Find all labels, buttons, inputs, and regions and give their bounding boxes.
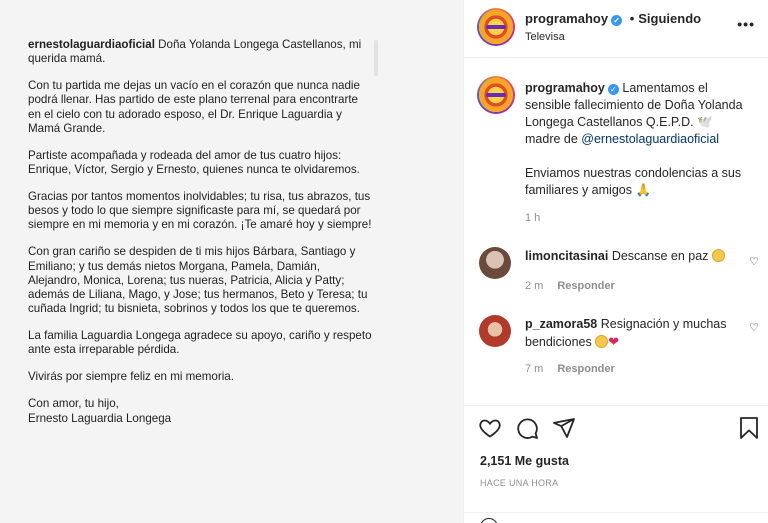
caption-avatar[interactable] (477, 76, 515, 114)
letter-p5: Con gran cariño se despiden de ti mis hi… (28, 245, 368, 316)
share-send-icon[interactable] (552, 416, 576, 440)
post-header: programahoy ✓ • Siguiendo Televisa ••• (464, 0, 768, 58)
letter-p8: Con amor, tu hijo, Ernesto Laguardia Lon… (28, 397, 172, 425)
letter-p7: Vivirás por siempre feliz en mi memoria. (28, 370, 234, 384)
comment-username[interactable]: p_zamora58 (525, 317, 597, 331)
programahoy-logo (479, 10, 513, 44)
letter-p4: Gracias por tantos momentos inolvidables… (28, 190, 372, 232)
like-heart-icon[interactable] (478, 416, 502, 440)
header-location[interactable]: Televisa (525, 31, 565, 43)
programahoy-logo-small (479, 78, 513, 112)
following-button[interactable]: Siguiendo (638, 11, 701, 26)
image-scroll-mark (374, 40, 378, 76)
comment-meta: 7 m Responder (525, 363, 615, 375)
comment-avatar[interactable] (479, 315, 511, 347)
header-separator: • (629, 11, 635, 26)
reply-button[interactable]: Responder (557, 280, 614, 292)
post-actions: 2,151 Me gusta HACE UNA HORA (464, 405, 768, 523)
caption-mention[interactable]: @ernestolaguardiaoficial (581, 132, 719, 146)
comment-icon[interactable] (515, 416, 539, 440)
comment-username[interactable]: limoncitasinai (525, 249, 608, 263)
letter-p3: Partiste acompañada y rodeada del amor d… (28, 148, 360, 177)
comment-time[interactable]: 7 m (525, 363, 543, 375)
reply-button[interactable]: Responder (557, 363, 614, 375)
verified-badge-icon: ✓ (611, 15, 623, 26)
letter-author: ernestolaguardiaoficial (28, 38, 155, 51)
sad-face-icon (711, 249, 725, 262)
caption-time[interactable]: 1 h (525, 212, 540, 224)
emoji-icon[interactable] (480, 518, 498, 523)
comment-meta: 2 m Responder (525, 280, 615, 292)
letter-p6: La familia Laguardia Longega agradece su… (28, 329, 372, 357)
caption-text-2: Enviamos nuestras condolencias a sus fam… (525, 166, 742, 197)
like-comment-heart-icon[interactable]: ♡ (749, 255, 759, 268)
comment-text: Descanse en paz (608, 249, 712, 263)
sad-face-icon (595, 335, 609, 348)
comments-section: programahoy ✓ Lamentamos el sensible fall… (464, 58, 768, 405)
post-side-panel: programahoy ✓ • Siguiendo Televisa ••• pro… (463, 0, 768, 523)
save-bookmark-icon[interactable] (738, 416, 760, 440)
letter-text: ernestolaguardiaoficial Doña Yolanda Lon… (28, 38, 373, 439)
likes-count[interactable]: 2,151 Me gusta (480, 454, 569, 468)
header-avatar[interactable] (477, 8, 515, 46)
letter-p2: Con tu partida me dejas un vacío en el c… (28, 79, 360, 135)
add-comment-area[interactable] (464, 512, 768, 523)
like-comment-heart-icon[interactable]: ♡ (749, 321, 759, 334)
post-timestamp[interactable]: HACE UNA HORA (480, 478, 558, 488)
caption-verified-icon: ✓ (607, 84, 619, 95)
header-username[interactable]: programahoy (525, 11, 608, 26)
comment-item: limoncitasinai Descanse en paz (525, 248, 735, 265)
more-options-icon[interactable]: ••• (737, 16, 755, 32)
post-image[interactable]: ernestolaguardiaoficial Doña Yolanda Lon… (0, 0, 463, 523)
comment-item: p_zamora58 Resignación y muchas bendicio… (525, 316, 735, 351)
comment-avatar[interactable] (479, 247, 511, 279)
caption-username[interactable]: programahoy (525, 81, 605, 95)
caption: programahoy ✓ Lamentamos el sensible fall… (525, 80, 750, 199)
comment-time[interactable]: 2 m (525, 280, 543, 292)
red-heart-icon: ❤ (608, 334, 620, 349)
